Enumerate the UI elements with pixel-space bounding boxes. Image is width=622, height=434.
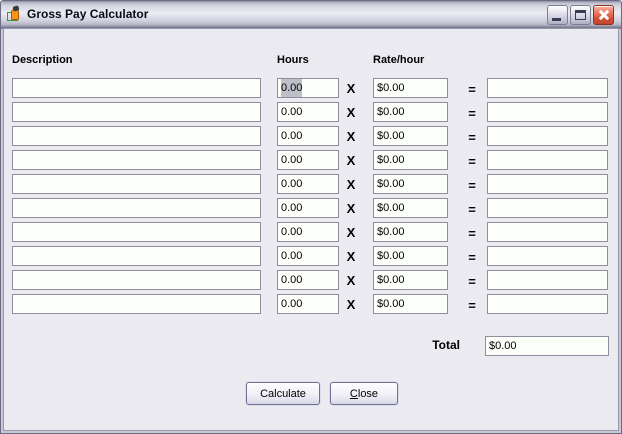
rate-input[interactable]: $0.00 [373,294,448,314]
hours-input[interactable]: 0.00 [277,222,339,242]
result-output[interactable] [487,174,608,194]
description-input[interactable] [12,102,261,122]
result-output[interactable] [487,246,608,266]
titlebar-maximize-button[interactable] [570,5,591,25]
description-input[interactable] [12,174,261,194]
equals-label: = [468,274,476,289]
multiply-label: X [346,153,356,168]
description-input[interactable] [12,150,261,170]
hours-input[interactable]: 0.00 [277,102,339,122]
titlebar-close-button[interactable] [593,5,614,25]
equals-label: = [468,298,476,313]
rate-input[interactable]: $0.00 [373,174,448,194]
description-input[interactable] [12,198,261,218]
description-input[interactable] [12,78,261,98]
pay-row: 0.00 X $0.00 = [4,294,618,318]
pay-row: 0.00 X $0.00 = [4,150,618,174]
multiply-label: X [346,273,356,288]
equals-label: = [468,226,476,241]
rate-input[interactable]: $0.00 [373,102,448,122]
hours-input[interactable]: 0.00 [277,126,339,146]
rate-input[interactable]: $0.00 [373,198,448,218]
description-input[interactable] [12,246,261,266]
app-window: Gross Pay Calculator Description Hours R… [0,0,622,434]
maximize-icon [575,10,586,20]
total-label: Total [432,338,460,352]
multiply-label: X [346,81,356,96]
result-output[interactable] [487,150,608,170]
titlebar-minimize-button[interactable] [547,5,568,25]
equals-label: = [468,178,476,193]
client-area: Description Hours Rate/hour 0.00 X $0.00… [4,29,618,430]
minimize-icon [552,18,561,21]
result-output[interactable] [487,198,608,218]
multiply-label: X [346,105,356,120]
multiply-label: X [346,297,356,312]
rate-input[interactable]: $0.00 [373,150,448,170]
total-output[interactable]: $0.00 [485,336,609,356]
window-title: Gross Pay Calculator [27,7,149,21]
hours-input[interactable]: 0.00 [277,294,339,314]
hours-input[interactable]: 0.00 [277,246,339,266]
multiply-label: X [346,129,356,144]
hours-column-header: Hours [277,54,309,66]
close-action-button[interactable]: Close [330,382,398,405]
rate-column-header: Rate/hour [373,54,425,66]
pay-row: 0.00 X $0.00 = [4,270,618,294]
hours-input[interactable]: 0.00 [277,198,339,218]
equals-label: = [468,130,476,145]
rate-input[interactable]: $0.00 [373,78,448,98]
pay-row: 0.00 X $0.00 = [4,78,618,102]
rate-input[interactable]: $0.00 [373,126,448,146]
rate-input[interactable]: $0.00 [373,246,448,266]
description-input[interactable] [12,294,261,314]
equals-label: = [468,202,476,217]
rate-input[interactable]: $0.00 [373,270,448,290]
multiply-label: X [346,177,356,192]
window-controls [547,5,614,25]
hours-input[interactable]: 0.00 [277,150,339,170]
equals-label: = [468,250,476,265]
hours-input[interactable]: 0.00 [277,270,339,290]
result-output[interactable] [487,78,608,98]
hours-input[interactable]: 0.00 [277,174,339,194]
description-column-header: Description [12,54,73,66]
multiply-label: X [346,249,356,264]
app-icon[interactable] [7,5,23,22]
pay-row: 0.00 X $0.00 = [4,174,618,198]
rows-container: 0.00 X $0.00 = 0.00 X $0.00 = 0.00 X $0.… [4,78,618,318]
pay-row: 0.00 X $0.00 = [4,246,618,270]
pay-row: 0.00 X $0.00 = [4,198,618,222]
hours-input[interactable]: 0.00 [277,78,339,98]
calculate-button[interactable]: Calculate [246,382,320,405]
result-output[interactable] [487,126,608,146]
multiply-label: X [346,201,356,216]
description-input[interactable] [12,222,261,242]
close-icon [594,6,613,24]
rate-input[interactable]: $0.00 [373,222,448,242]
multiply-label: X [346,225,356,240]
pay-row: 0.00 X $0.00 = [4,102,618,126]
equals-label: = [468,106,476,121]
pay-row: 0.00 X $0.00 = [4,222,618,246]
pay-row: 0.00 X $0.00 = [4,126,618,150]
titlebar[interactable]: Gross Pay Calculator [1,1,621,29]
description-input[interactable] [12,126,261,146]
result-output[interactable] [487,102,608,122]
result-output[interactable] [487,270,608,290]
equals-label: = [468,154,476,169]
description-input[interactable] [12,270,261,290]
result-output[interactable] [487,294,608,314]
result-output[interactable] [487,222,608,242]
equals-label: = [468,82,476,97]
